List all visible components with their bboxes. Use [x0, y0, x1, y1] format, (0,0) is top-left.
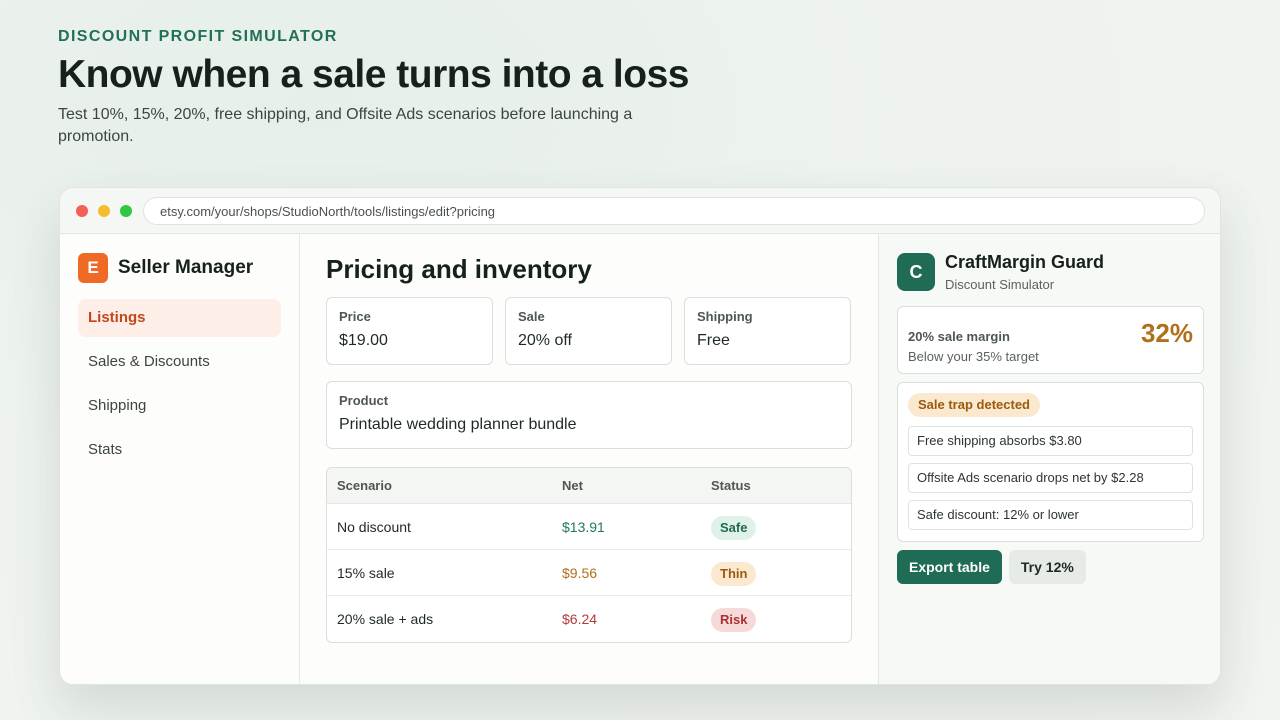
- hero-eyebrow: DISCOUNT PROFIT SIMULATOR: [58, 28, 338, 45]
- hero-section: DISCOUNT PROFIT SIMULATOR Know when a sa…: [58, 28, 758, 148]
- field-value: $19.00: [339, 332, 388, 349]
- status-cell: Safe: [701, 504, 851, 549]
- status-badge: Thin: [711, 562, 757, 586]
- panel-header: C CraftMargin Guard Discount Simulator: [897, 252, 1104, 292]
- status-badge: Risk: [711, 608, 757, 632]
- table-row: 15% sale $9.56 Thin: [327, 550, 851, 596]
- page-title: Pricing and inventory: [326, 254, 592, 284]
- trap-item: Offsite Ads scenario drops net by $2.28: [908, 463, 1193, 493]
- close-window-icon[interactable]: [76, 205, 88, 217]
- export-table-button[interactable]: Export table: [897, 550, 1002, 584]
- net-cell: $6.24: [562, 611, 598, 627]
- maximize-window-icon[interactable]: [120, 205, 132, 217]
- minimize-window-icon[interactable]: [98, 205, 110, 217]
- main-content: Pricing and inventory Price $19.00 Sale …: [326, 234, 852, 643]
- table-header: Scenario Net Status: [327, 468, 851, 504]
- status-cell: Thin: [701, 550, 851, 595]
- shipping-field[interactable]: Shipping Free: [684, 297, 851, 365]
- field-label: Shipping: [697, 309, 753, 324]
- hero-headline: Know when a sale turns into a loss: [58, 53, 689, 96]
- product-field[interactable]: Product Printable wedding planner bundle: [326, 381, 852, 449]
- margin-note: Below your 35% target: [908, 349, 1039, 364]
- status-cell: Risk: [701, 596, 851, 642]
- table-row: No discount $13.91 Safe: [327, 504, 851, 550]
- trap-item: Free shipping absorbs $3.80: [908, 426, 1193, 456]
- scenario-cell: 15% sale: [337, 565, 395, 581]
- scenario-table: Scenario Net Status No discount $13.91 S…: [326, 467, 852, 643]
- status-badge: Safe: [711, 516, 757, 540]
- net-cell: $13.91: [562, 519, 605, 535]
- sidebar-nav: Listings Sales & Discounts Shipping Stat…: [78, 299, 281, 475]
- brand-name: Seller Manager: [118, 257, 254, 278]
- field-value: Free: [697, 332, 730, 349]
- panel-titles: CraftMargin Guard Discount Simulator: [945, 252, 1104, 292]
- panel-title: CraftMargin Guard: [945, 252, 1105, 272]
- price-field[interactable]: Price $19.00: [326, 297, 493, 365]
- sidebar-brand: E Seller Manager: [78, 253, 253, 283]
- field-label: Price: [339, 309, 371, 324]
- trap-item: Safe discount: 12% or lower: [908, 500, 1193, 530]
- sidebar-item-stats[interactable]: Stats: [78, 431, 281, 469]
- sidebar: E Seller Manager Listings Sales & Discou…: [60, 234, 300, 684]
- column-header-net: Net: [562, 478, 583, 493]
- sale-field[interactable]: Sale 20% off: [505, 297, 672, 365]
- etsy-logo-icon: E: [78, 253, 108, 283]
- panel-subtitle: Discount Simulator: [945, 277, 1055, 292]
- sidebar-item-sales-discounts[interactable]: Sales & Discounts: [78, 343, 281, 381]
- sidebar-item-listings[interactable]: Listings: [78, 299, 281, 337]
- hero-subhead: Test 10%, 15%, 20%, free shipping, and O…: [58, 106, 633, 145]
- extension-panel: C CraftMargin Guard Discount Simulator 2…: [878, 234, 1220, 684]
- browser-window: etsy.com/your/shops/StudioNorth/tools/li…: [59, 187, 1221, 685]
- field-label: Product: [339, 393, 389, 408]
- net-cell: $9.56: [562, 565, 598, 581]
- table-row: 20% sale + ads $6.24 Risk: [327, 596, 851, 642]
- sale-trap-card: Sale trap detected Free shipping absorbs…: [897, 382, 1204, 542]
- column-header-status: Status: [711, 478, 751, 493]
- margin-value: 32%: [1140, 318, 1193, 348]
- field-value: 20% off: [518, 332, 572, 349]
- url-bar[interactable]: etsy.com/your/shops/StudioNorth/tools/li…: [143, 197, 1205, 225]
- margin-card: 20% sale margin Below your 35% target 32…: [897, 306, 1204, 374]
- sale-trap-badge: Sale trap detected: [908, 393, 1040, 417]
- field-label: Sale: [518, 309, 545, 324]
- craftmargin-logo-icon: C: [897, 253, 935, 291]
- field-value: Printable wedding planner bundle: [339, 416, 577, 433]
- scenario-cell: 20% sale + ads: [337, 611, 434, 627]
- pricing-fields: Price $19.00 Sale 20% off Shipping Free: [326, 297, 852, 365]
- try-discount-button[interactable]: Try 12%: [1008, 550, 1086, 584]
- margin-label: 20% sale margin: [908, 329, 1010, 344]
- scenario-cell: No discount: [337, 519, 411, 535]
- sidebar-item-shipping[interactable]: Shipping: [78, 387, 281, 425]
- browser-titlebar: etsy.com/your/shops/StudioNorth/tools/li…: [60, 188, 1220, 234]
- panel-actions: Export table Try 12%: [897, 550, 1086, 584]
- column-header-scenario: Scenario: [337, 478, 392, 493]
